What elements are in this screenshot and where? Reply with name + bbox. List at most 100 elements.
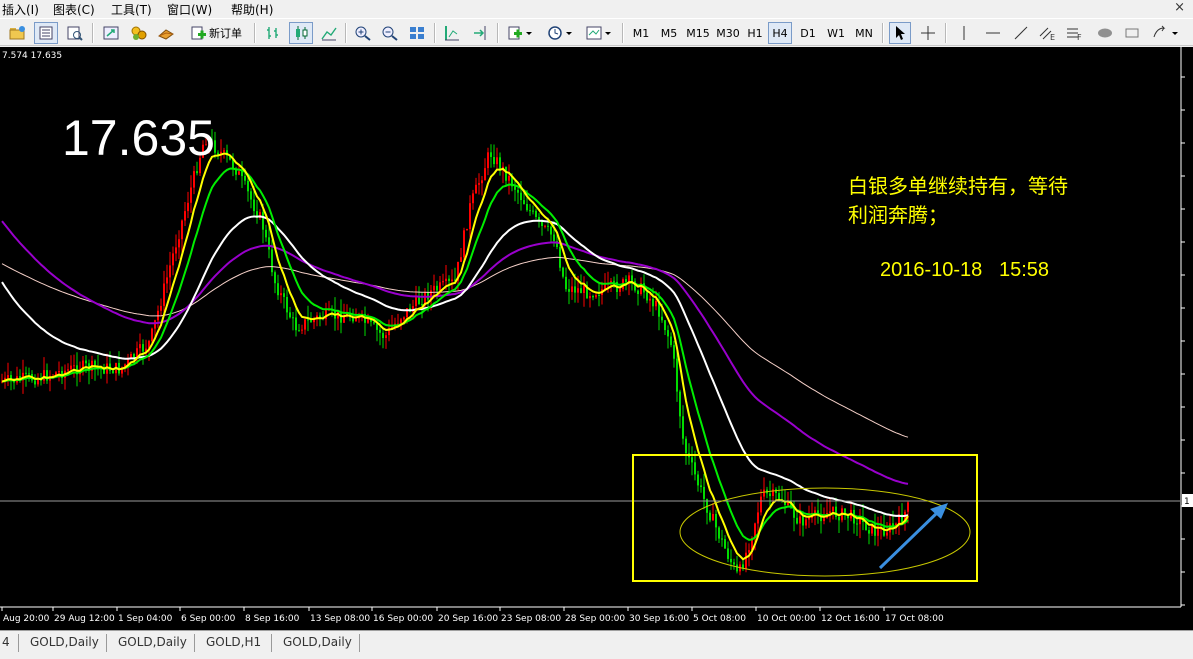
candle-body <box>466 229 468 231</box>
chart-tab-3[interactable]: GOLD,Daily <box>118 635 187 649</box>
timeframe-m1[interactable]: M1 <box>628 22 654 44</box>
navigator-icon[interactable] <box>100 22 122 44</box>
candle-body <box>439 282 441 291</box>
candle-body <box>28 373 30 375</box>
text-label-icon[interactable] <box>1121 22 1143 44</box>
timeframe-m5[interactable]: M5 <box>656 22 682 44</box>
candle-body <box>433 285 435 291</box>
arrows-dropdown[interactable] <box>1148 22 1184 44</box>
tile-windows-icon[interactable] <box>406 22 428 44</box>
candle-body <box>748 550 750 553</box>
annotation-arrow[interactable] <box>878 508 942 570</box>
candle-body <box>670 336 672 346</box>
candle-body <box>808 518 810 520</box>
chart-tab-1[interactable]: 4 <box>2 635 10 649</box>
zoom-out-icon[interactable] <box>379 22 401 44</box>
candle-body <box>265 229 267 238</box>
timeframe-h4[interactable]: H4 <box>768 22 792 44</box>
candle-body <box>628 275 630 282</box>
candle-body <box>637 290 639 294</box>
equidistant-channel-icon[interactable]: E <box>1037 22 1059 44</box>
annotation-rectangle[interactable] <box>632 454 978 582</box>
candle-body <box>835 506 837 517</box>
timeframe-m30[interactable]: M30 <box>714 22 742 44</box>
trade-note-line-2: 利润奔腾； <box>848 203 948 227</box>
timeframe-d1[interactable]: D1 <box>796 22 820 44</box>
candle-body <box>718 527 720 539</box>
templates-dropdown[interactable] <box>582 22 616 44</box>
candle-body <box>286 297 288 313</box>
strategy-tester-icon[interactable] <box>155 22 177 44</box>
candle-body <box>514 186 516 190</box>
time-axis-label: Aug 20:00 <box>3 614 50 624</box>
timeframe-w1[interactable]: W1 <box>824 22 848 44</box>
new-order-label: 新订单 <box>209 27 242 40</box>
candle-body <box>769 493 771 497</box>
menu-charts[interactable]: 图表(C) <box>53 1 95 18</box>
new-order-icon <box>191 26 206 40</box>
auto-scroll-icon[interactable] <box>469 22 491 44</box>
menu-help[interactable]: 帮助(H) <box>231 1 273 18</box>
candle-body <box>376 323 378 330</box>
time-axis-label: 8 Sep 16:00 <box>245 614 300 624</box>
candle-body <box>7 375 9 378</box>
chart-tab-2[interactable]: GOLD,Daily <box>30 635 99 649</box>
candle-body <box>661 316 663 321</box>
candlestick-chart-icon[interactable] <box>289 22 313 44</box>
candle-body <box>469 203 471 229</box>
data-window-icon[interactable] <box>62 22 86 44</box>
bar-chart-icon[interactable] <box>262 22 284 44</box>
fibonacci-icon[interactable]: F <box>1064 22 1086 44</box>
chart-shift-icon[interactable] <box>441 22 463 44</box>
candle-body <box>223 150 225 152</box>
candle-body <box>112 370 114 374</box>
close-icon[interactable]: × <box>1174 0 1185 15</box>
candle-body <box>247 180 249 192</box>
chart-tab-5[interactable]: GOLD,Daily <box>283 635 352 649</box>
candle-body <box>277 283 279 296</box>
trade-note: 白银多单继续持有，等待 利润奔腾； <box>848 172 1128 230</box>
timeframe-m15[interactable]: M15 <box>684 22 712 44</box>
new-order-button[interactable]: 新订单 <box>185 22 247 44</box>
cursor-icon[interactable] <box>889 22 911 44</box>
candle-body <box>673 345 675 359</box>
terminal-icon[interactable] <box>128 22 150 44</box>
zoom-in-icon[interactable] <box>352 22 374 44</box>
market-watch-icon[interactable] <box>34 22 58 44</box>
chart-canvas[interactable]: 1 Aug 20:00 29 Aug 12:00 1 Sep 04:00 6 Sep 0… <box>0 47 1193 630</box>
candle-body <box>475 184 477 194</box>
candle-body <box>367 318 369 323</box>
candles <box>1 129 909 576</box>
time-axis-label: 16 Sep 00:00 <box>373 614 433 624</box>
candle-body <box>799 516 801 524</box>
candle-body <box>700 485 702 487</box>
candle-body <box>262 212 264 230</box>
candle-body <box>493 157 495 165</box>
line-chart-icon[interactable] <box>318 22 340 44</box>
folder-profiles-icon[interactable] <box>6 22 28 44</box>
timeframe-h1[interactable]: H1 <box>744 22 766 44</box>
horizontal-line-icon[interactable] <box>982 22 1004 44</box>
vertical-line-icon[interactable] <box>954 22 974 44</box>
time-axis-label: 5 Oct 08:00 <box>693 614 746 624</box>
candle-body <box>139 344 141 349</box>
menu-insert[interactable]: 插入(I) <box>2 1 39 18</box>
ma-line-fast <box>1 152 909 561</box>
candle-body <box>169 265 171 278</box>
candle-body <box>667 330 669 337</box>
menu-window[interactable]: 窗口(W) <box>167 1 212 18</box>
crosshair-icon[interactable] <box>917 22 939 44</box>
timeframe-mn[interactable]: MN <box>851 22 877 44</box>
candle-body <box>856 523 858 525</box>
time-axis-label: 30 Sep 16:00 <box>629 614 689 624</box>
menu-tools[interactable]: 工具(T) <box>111 1 152 18</box>
chart-tab-4[interactable]: GOLD,H1 <box>206 635 261 649</box>
shapes-icon[interactable] <box>1093 22 1117 44</box>
periodicity-dropdown[interactable] <box>543 22 577 44</box>
time-axis-label: 12 Oct 16:00 <box>821 614 880 624</box>
candle-body <box>676 358 678 392</box>
indicators-dropdown[interactable] <box>503 22 537 44</box>
trendline-icon[interactable] <box>1010 22 1032 44</box>
candle-body <box>520 192 522 201</box>
candle-body <box>778 493 780 500</box>
